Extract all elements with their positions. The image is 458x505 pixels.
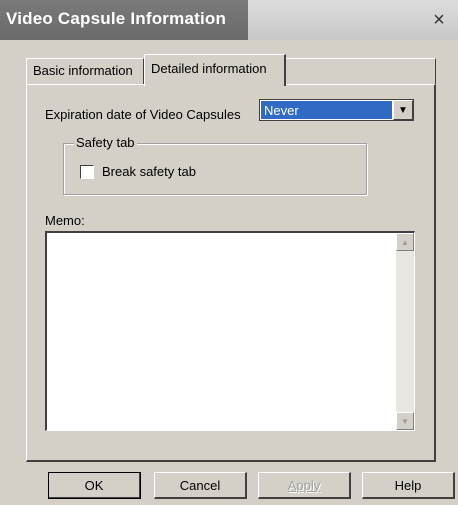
safety-tab-group-label: Safety tab [74,135,137,150]
scroll-up-arrow-icon[interactable]: ▲ [396,233,414,251]
safety-tab-group: Safety tab Break safety tab [63,135,367,195]
ok-button[interactable]: OK [48,472,141,499]
tab-strip: Basic information Detailed information [26,54,436,86]
window-title: Video Capsule Information [6,9,227,28]
scroll-down-arrow-icon[interactable]: ▼ [396,412,414,430]
memo-label: Memo: [45,213,85,228]
dropdown-arrow-icon[interactable]: ▼ [393,100,413,120]
help-button[interactable]: Help [362,472,455,499]
break-safety-tab-label[interactable]: Break safety tab [102,164,196,179]
memo-scrollbar[interactable]: ▲ ▼ [396,233,414,430]
title-bar[interactable]: Video Capsule Information × [0,0,458,40]
expiration-date-label: Expiration date of Video Capsules [45,107,241,122]
close-icon[interactable]: × [426,7,452,33]
apply-button[interactable]: Apply [258,472,351,499]
detailed-information-panel: Expiration date of Video Capsules Never … [26,84,436,462]
cancel-button[interactable]: Cancel [154,472,247,499]
tab-strip-filler [286,58,436,84]
tab-basic-information[interactable]: Basic information [26,58,144,84]
memo-textarea[interactable]: ▲ ▼ [45,231,415,431]
break-safety-tab-checkbox[interactable] [80,164,94,179]
break-safety-tab-option[interactable]: Break safety tab [80,164,196,179]
apply-button-label: Apply [287,477,321,493]
expiration-date-value[interactable]: Never [261,101,392,119]
dialog-button-row: OK Cancel Apply Help [48,472,455,500]
video-capsule-dialog: Video Capsule Information × Basic inform… [0,0,458,505]
expiration-date-select[interactable]: Never ▼ [259,99,414,121]
tab-detailed-information[interactable]: Detailed information [144,54,286,86]
